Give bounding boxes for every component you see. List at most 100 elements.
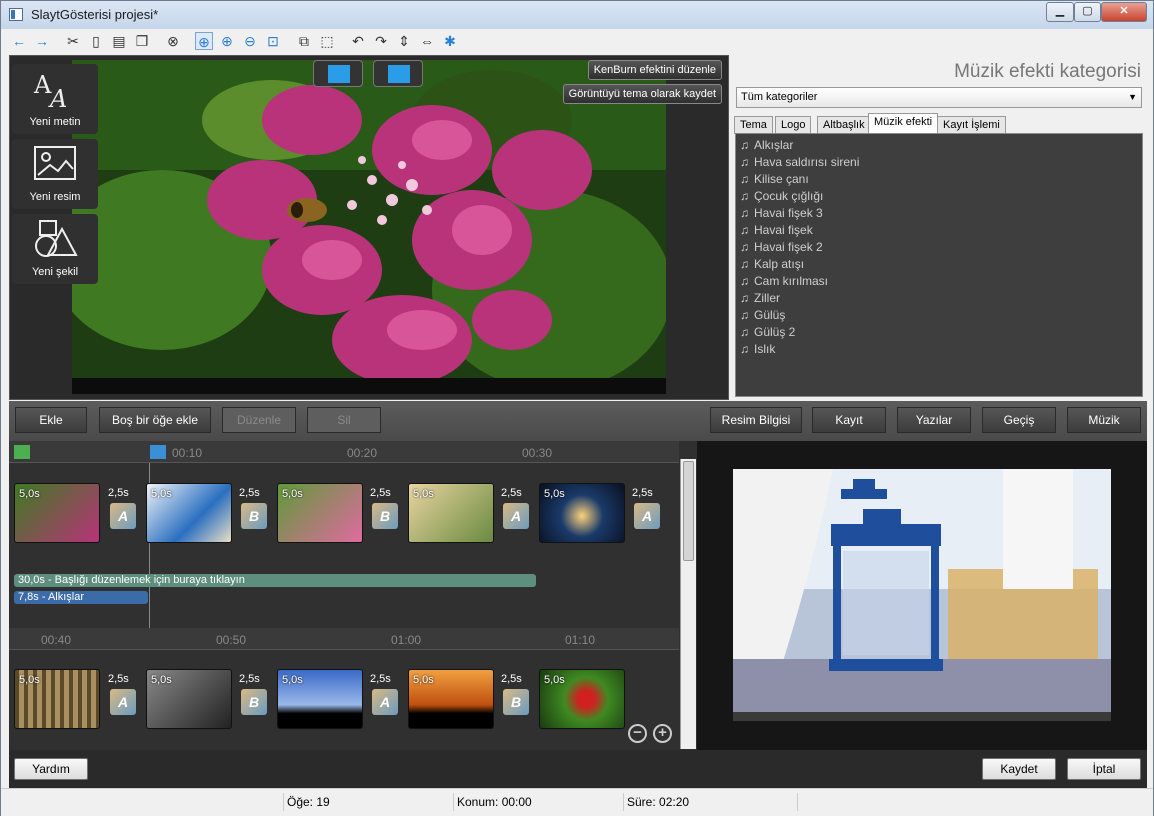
audio-track-bar[interactable]: 7,8s - Alkışlar	[14, 591, 148, 604]
rotate-left-button[interactable]	[313, 60, 363, 87]
list-item[interactable]: ♫ Kilise çanı	[740, 171, 1138, 188]
new-text-button[interactable]: A A Yeni metin	[12, 64, 98, 134]
transition-item[interactable]: 2,5s B	[499, 669, 531, 729]
tab-logo[interactable]: Logo	[775, 116, 812, 134]
cut-icon[interactable]: ✂	[64, 32, 82, 50]
list-item[interactable]: ♫ Gülüş	[740, 307, 1138, 324]
clip-thumbnail[interactable]: 5,0s	[146, 483, 232, 543]
paste-icon[interactable]: ▤	[110, 32, 128, 50]
rotate-right-icon[interactable]: ↷	[372, 32, 390, 50]
tab-kayit-islemi[interactable]: Kayıt İşlemi	[937, 116, 1006, 134]
clip-thumbnail[interactable]: 5,0s	[14, 669, 100, 729]
app-window: SlaytGösterisi projesi* ▁ ▢ ✕ ← → ✂ ▯ ▤ …	[0, 0, 1154, 816]
record-button[interactable]: Kayıt	[812, 407, 886, 433]
list-item[interactable]: ♫ Havai fişek 3	[740, 205, 1138, 222]
clip-thumbnail[interactable]: 5,0s	[14, 483, 100, 543]
delete-button[interactable]: Sil	[307, 407, 381, 433]
rotate-left-icon[interactable]: ↶	[349, 32, 367, 50]
flip-horizontal-icon[interactable]: ⇔	[418, 32, 436, 50]
duplicate-icon[interactable]: ❐	[133, 32, 151, 50]
music-note-icon: ♫	[740, 206, 749, 220]
category-select[interactable]: Tüm kategoriler ▼	[736, 87, 1142, 108]
save-button[interactable]: Kaydet	[982, 758, 1056, 780]
clip-thumbnail[interactable]: 5,0s	[539, 483, 625, 543]
delete-icon[interactable]: ⊗	[164, 32, 182, 50]
add-button[interactable]: Ekle	[15, 407, 87, 433]
close-button[interactable]: ✕	[1101, 2, 1147, 22]
cancel-button[interactable]: İptal	[1067, 758, 1141, 780]
title-bar: SlaytGösterisi projesi* ▁ ▢ ✕	[1, 1, 1153, 29]
transition-item[interactable]: 2,5s B	[237, 483, 269, 543]
clip-thumbnail[interactable]: 5,0s	[408, 483, 494, 543]
save-as-theme-button[interactable]: Görüntüyü tema olarak kaydet	[562, 84, 722, 104]
list-item[interactable]: ♫ Alkışlar	[740, 137, 1138, 154]
transition-item[interactable]: 2,5s B	[368, 483, 400, 543]
clip-thumbnail[interactable]: 5,0s	[539, 669, 625, 729]
list-item[interactable]: ♫ Ziller	[740, 290, 1138, 307]
new-text-label: Yeni metin	[29, 116, 81, 128]
clip-thumbnail[interactable]: 5,0s	[277, 669, 363, 729]
transition-item[interactable]: 2,5s B	[237, 669, 269, 729]
edit-button[interactable]: Düzenle	[222, 407, 296, 433]
flip-vertical-icon[interactable]: ⇕	[395, 32, 413, 50]
list-item[interactable]: ♫ Islık	[740, 341, 1138, 358]
music-note-icon: ♫	[740, 240, 749, 254]
status-empty	[797, 793, 1137, 811]
playhead-marker-icon[interactable]	[150, 445, 166, 459]
zoom-out-timeline-icon[interactable]: −	[628, 724, 647, 743]
maximize-button[interactable]: ▢	[1074, 2, 1101, 22]
help-button[interactable]: Yardım	[14, 758, 88, 780]
list-item[interactable]: ♫ Gülüş 2	[740, 324, 1138, 341]
clip-thumbnail[interactable]: 5,0s	[146, 669, 232, 729]
list-item[interactable]: ♫ Cam kırılması	[740, 273, 1138, 290]
transition-item[interactable]: 2,5s A	[368, 669, 400, 729]
list-item[interactable]: ♫ Çocuk çığlığı	[740, 188, 1138, 205]
preview-photo[interactable]	[733, 469, 1111, 721]
copy-icon[interactable]: ▯	[87, 32, 105, 50]
tab-tema[interactable]: Tema	[734, 116, 773, 134]
rotate-right-button[interactable]	[373, 60, 423, 87]
music-note-icon: ♫	[740, 155, 749, 169]
title-track-bar[interactable]: 30,0s - Başlığı düzenlemek için buraya t…	[14, 574, 536, 587]
transition-item[interactable]: 2,5s A	[499, 483, 531, 543]
music-note-icon: ♫	[740, 172, 749, 186]
transition-item[interactable]: 2,5s A	[630, 483, 662, 543]
new-image-button[interactable]: Yeni resim	[12, 139, 98, 209]
tab-muzik-efekti[interactable]: Müzik efekti	[868, 113, 939, 135]
tab-altbaslik[interactable]: Altbaşlık	[817, 116, 871, 134]
ruler-tick: 00:40	[41, 633, 72, 647]
forward-arrow-icon[interactable]: →	[33, 32, 51, 50]
list-item[interactable]: ♫ Havai fişek 2	[740, 239, 1138, 256]
music-button[interactable]: Müzik	[1067, 407, 1141, 433]
timeline-scrollbar[interactable]	[680, 459, 696, 749]
transition-button[interactable]: Geçiş	[982, 407, 1056, 433]
list-item[interactable]: ♫ Kalp atışı	[740, 256, 1138, 273]
texts-button[interactable]: Yazılar	[897, 407, 971, 433]
list-item[interactable]: ♫ Havai fişek	[740, 222, 1138, 239]
start-marker-icon[interactable]	[14, 445, 30, 459]
list-item[interactable]: ♫ Hava saldırısı sireni	[740, 154, 1138, 171]
transition-item[interactable]: 2,5s A	[106, 669, 138, 729]
transition-item[interactable]: 2,5s A	[106, 483, 138, 543]
zoom-fit-icon[interactable]: ⊕	[195, 32, 213, 50]
settings-icon[interactable]: ✱	[441, 32, 459, 50]
music-note-icon: ♫	[740, 342, 749, 356]
kenburns-button[interactable]: KenBurn efektini düzenle	[587, 60, 722, 80]
new-shape-button[interactable]: Yeni şekil	[12, 214, 98, 284]
zoom-in-timeline-icon[interactable]: +	[653, 724, 672, 743]
zoom-out-icon[interactable]: ⊖	[241, 32, 259, 50]
add-empty-button[interactable]: Boş bir öğe ekle	[99, 407, 211, 433]
clip-thumbnail[interactable]: 5,0s	[408, 669, 494, 729]
image-info-button[interactable]: Resim Bilgisi	[710, 407, 802, 433]
zoom-in-icon[interactable]: ⊕	[218, 32, 236, 50]
zoom-select-icon[interactable]: ⊡	[264, 32, 282, 50]
scrollbar-thumb[interactable]	[683, 461, 694, 561]
ruler-tick: 00:30	[522, 446, 553, 460]
clip-thumbnail[interactable]: 5,0s	[277, 483, 363, 543]
image-icon	[34, 146, 76, 180]
preview-image[interactable]	[72, 60, 666, 394]
crop-icon[interactable]: ⧉	[295, 32, 313, 50]
minimize-button[interactable]: ▁	[1046, 2, 1074, 22]
back-arrow-icon[interactable]: ←	[10, 32, 28, 50]
resize-icon[interactable]: ⬚	[318, 32, 336, 50]
